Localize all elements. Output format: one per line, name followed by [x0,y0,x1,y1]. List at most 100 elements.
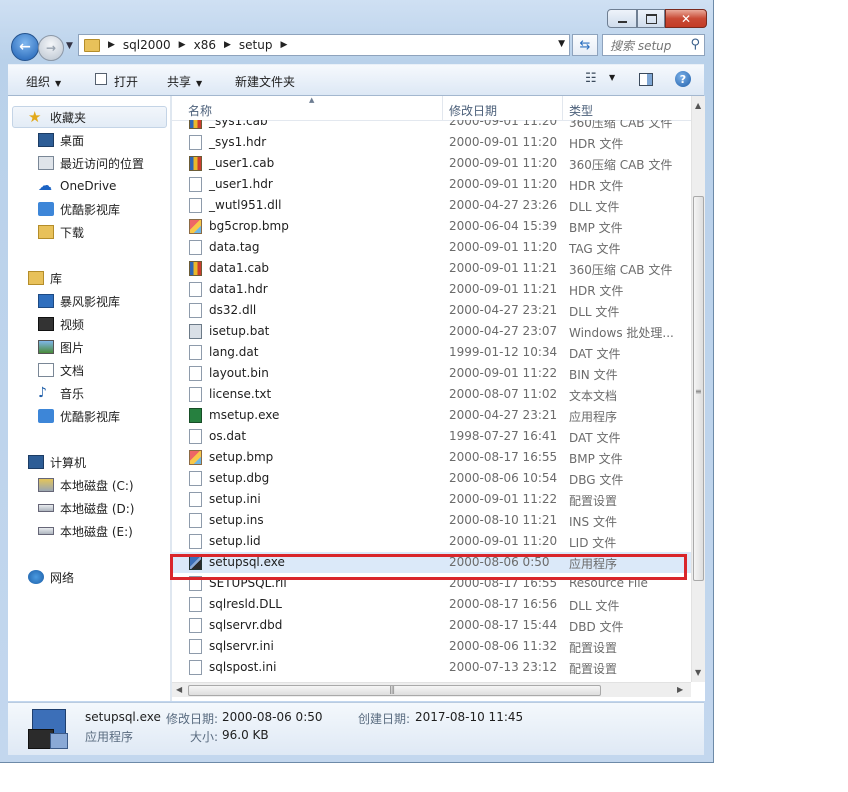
file-name[interactable]: _wutl951.dll [209,198,281,212]
breadcrumb-chevron-icon[interactable]: ▶ [179,40,186,50]
file-row[interactable]: data1.hdr 2000-09-01 11:21 HDR 文件 [172,279,691,300]
horizontal-scrollbar[interactable]: ◀ ||| ▶ [172,682,691,697]
open-button[interactable]: 打开 [114,73,138,90]
file-name[interactable]: _user1.hdr [209,177,273,191]
nav-item-downloads[interactable]: 下载 [38,222,84,242]
nav-item-recent-places[interactable]: 最近访问的位置 [38,153,144,173]
vertical-scrollbar[interactable]: ▲ ≡ ▼ [691,96,705,682]
file-name[interactable]: bg5crop.bmp [209,219,289,233]
breadcrumb-sql2000[interactable]: sql2000 [123,38,171,52]
nav-item-pictures[interactable]: 图片 [38,337,84,357]
file-row[interactable]: setup.ini 2000-09-01 11:22 配置设置 [172,489,691,510]
nav-item-youku-library[interactable]: 优酷影视库 [38,199,120,219]
preview-pane-icon[interactable] [639,73,653,86]
file-row[interactable]: os.dat 1998-07-27 16:41 DAT 文件 [172,426,691,447]
file-row[interactable]: sqlspost.ini 2000-07-13 23:12 配置设置 [172,657,691,678]
nav-drive-c[interactable]: 本地磁盘 (C:) [38,475,134,495]
file-name[interactable]: setup.lid [209,534,261,548]
nav-item-youku-library-2[interactable]: 优酷影视库 [38,406,120,426]
nav-drive-d[interactable]: 本地磁盘 (D:) [38,498,134,518]
file-row[interactable]: setup.dbg 2000-08-06 10:54 DBG 文件 [172,468,691,489]
file-row[interactable]: layout.bin 2000-09-01 11:22 BIN 文件 [172,363,691,384]
file-name[interactable]: data1.hdr [209,282,268,296]
nav-libraries[interactable]: 库 [28,268,62,288]
file-row[interactable]: sqlservr.ini 2000-08-06 11:32 配置设置 [172,636,691,657]
share-button[interactable]: 共享 ▼ [167,73,202,90]
nav-item-music[interactable]: ♪ 音乐 [38,383,84,403]
file-row[interactable]: _user1.cab 2000-09-01 11:20 360压缩 CAB 文件 [172,153,691,174]
file-name[interactable]: _user1.cab [209,156,274,170]
file-row[interactable]: sqlservr.dbd 2000-08-17 15:44 DBD 文件 [172,615,691,636]
file-name[interactable]: lang.dat [209,345,258,359]
nav-item-documents[interactable]: 文档 [38,360,84,380]
file-name[interactable]: data1.cab [209,261,269,275]
column-divider[interactable] [562,96,563,120]
view-dropdown-icon[interactable]: ▼ [609,73,615,82]
file-row[interactable]: data1.cab 2000-09-01 11:21 360压缩 CAB 文件 [172,258,691,279]
refresh-button[interactable]: ⇆ [572,34,598,56]
minimize-button[interactable] [607,9,637,28]
search-input[interactable] [608,36,690,56]
column-divider[interactable] [442,96,443,120]
file-name[interactable]: setup.dbg [209,471,269,485]
file-row[interactable]: _wutl951.dll 2000-04-27 23:26 DLL 文件 [172,195,691,216]
file-name[interactable]: ds32.dll [209,303,256,317]
file-name[interactable]: layout.bin [209,366,269,380]
close-button[interactable]: ✕ [665,9,707,28]
nav-item-baofeng-library[interactable]: 暴风影视库 [38,291,120,311]
file-row[interactable]: setup.ins 2000-08-10 11:21 INS 文件 [172,510,691,531]
horizontal-scroll-thumb[interactable]: ||| [188,685,601,696]
nav-computer[interactable]: 计算机 [28,452,86,472]
search-icon[interactable]: ⚲ [690,37,700,52]
breadcrumb-chevron-icon[interactable]: ▶ [280,40,287,50]
column-modified[interactable]: 修改日期 [449,102,497,119]
nav-item-videos[interactable]: 视频 [38,314,84,334]
file-row[interactable]: ds32.dll 2000-04-27 23:21 DLL 文件 [172,300,691,321]
breadcrumb-chevron-icon[interactable]: ▶ [108,40,115,50]
address-bar[interactable]: ▶ sql2000 ▶ x86 ▶ setup ▶ ▼ [78,34,570,56]
address-history-dropdown[interactable]: ▼ [558,39,565,49]
file-row[interactable]: isetup.bat 2000-04-27 23:07 Windows 批处理... [172,321,691,342]
file-row[interactable]: _user1.hdr 2000-09-01 11:20 HDR 文件 [172,174,691,195]
column-name[interactable]: 名称 [188,102,212,119]
recent-pages-dropdown[interactable]: ▼ [66,41,73,51]
file-row[interactable]: msetup.exe 2000-04-27 23:21 应用程序 [172,405,691,426]
file-name[interactable]: _sys1.cab [209,120,268,128]
view-options-icon[interactable]: ☷ [585,71,597,86]
column-type[interactable]: 类型 [569,102,593,119]
file-row[interactable]: setup.lid 2000-09-01 11:20 LID 文件 [172,531,691,552]
file-name[interactable]: sqlservr.ini [209,639,274,653]
search-box[interactable]: ⚲ [602,34,705,56]
organize-button[interactable]: 组织 ▼ [26,73,61,90]
maximize-button[interactable] [637,9,665,28]
scroll-left-icon[interactable]: ◀ [176,685,182,694]
file-name[interactable]: license.txt [209,387,271,401]
forward-button[interactable]: → [38,35,64,61]
file-name[interactable]: msetup.exe [209,408,279,422]
file-row[interactable]: setup.bmp 2000-08-17 16:55 BMP 文件 [172,447,691,468]
nav-network[interactable]: 网络 [28,567,74,587]
help-icon[interactable]: ? [675,71,691,87]
file-row[interactable]: _sys1.hdr 2000-09-01 11:20 HDR 文件 [172,132,691,153]
file-row[interactable]: license.txt 2000-08-07 11:02 文本文档 [172,384,691,405]
file-name[interactable]: sqlspost.ini [209,660,276,674]
file-name[interactable]: sqlservr.dbd [209,618,282,632]
breadcrumb-x86[interactable]: x86 [194,38,216,52]
nav-drive-e[interactable]: 本地磁盘 (E:) [38,521,133,541]
file-name[interactable]: setup.ini [209,492,261,506]
file-row[interactable]: data.tag 2000-09-01 11:20 TAG 文件 [172,237,691,258]
scroll-right-icon[interactable]: ▶ [677,685,683,694]
new-folder-button[interactable]: 新建文件夹 [235,73,295,90]
file-name[interactable]: data.tag [209,240,260,254]
nav-item-desktop[interactable]: 桌面 [38,130,84,150]
file-name[interactable]: os.dat [209,429,246,443]
breadcrumb-chevron-icon[interactable]: ▶ [224,40,231,50]
back-button[interactable]: ← [11,33,39,61]
file-row[interactable]: lang.dat 1999-01-12 10:34 DAT 文件 [172,342,691,363]
file-row[interactable]: _sys1.cab 2000-09-01 11:20 360压缩 CAB 文件 [172,120,691,132]
breadcrumb-setup[interactable]: setup [239,38,273,52]
file-name[interactable]: setup.ins [209,513,264,527]
file-name[interactable]: isetup.bat [209,324,269,338]
file-name[interactable]: sqlresld.DLL [209,597,282,611]
nav-favorites[interactable]: ★ 收藏夹 [28,107,86,127]
